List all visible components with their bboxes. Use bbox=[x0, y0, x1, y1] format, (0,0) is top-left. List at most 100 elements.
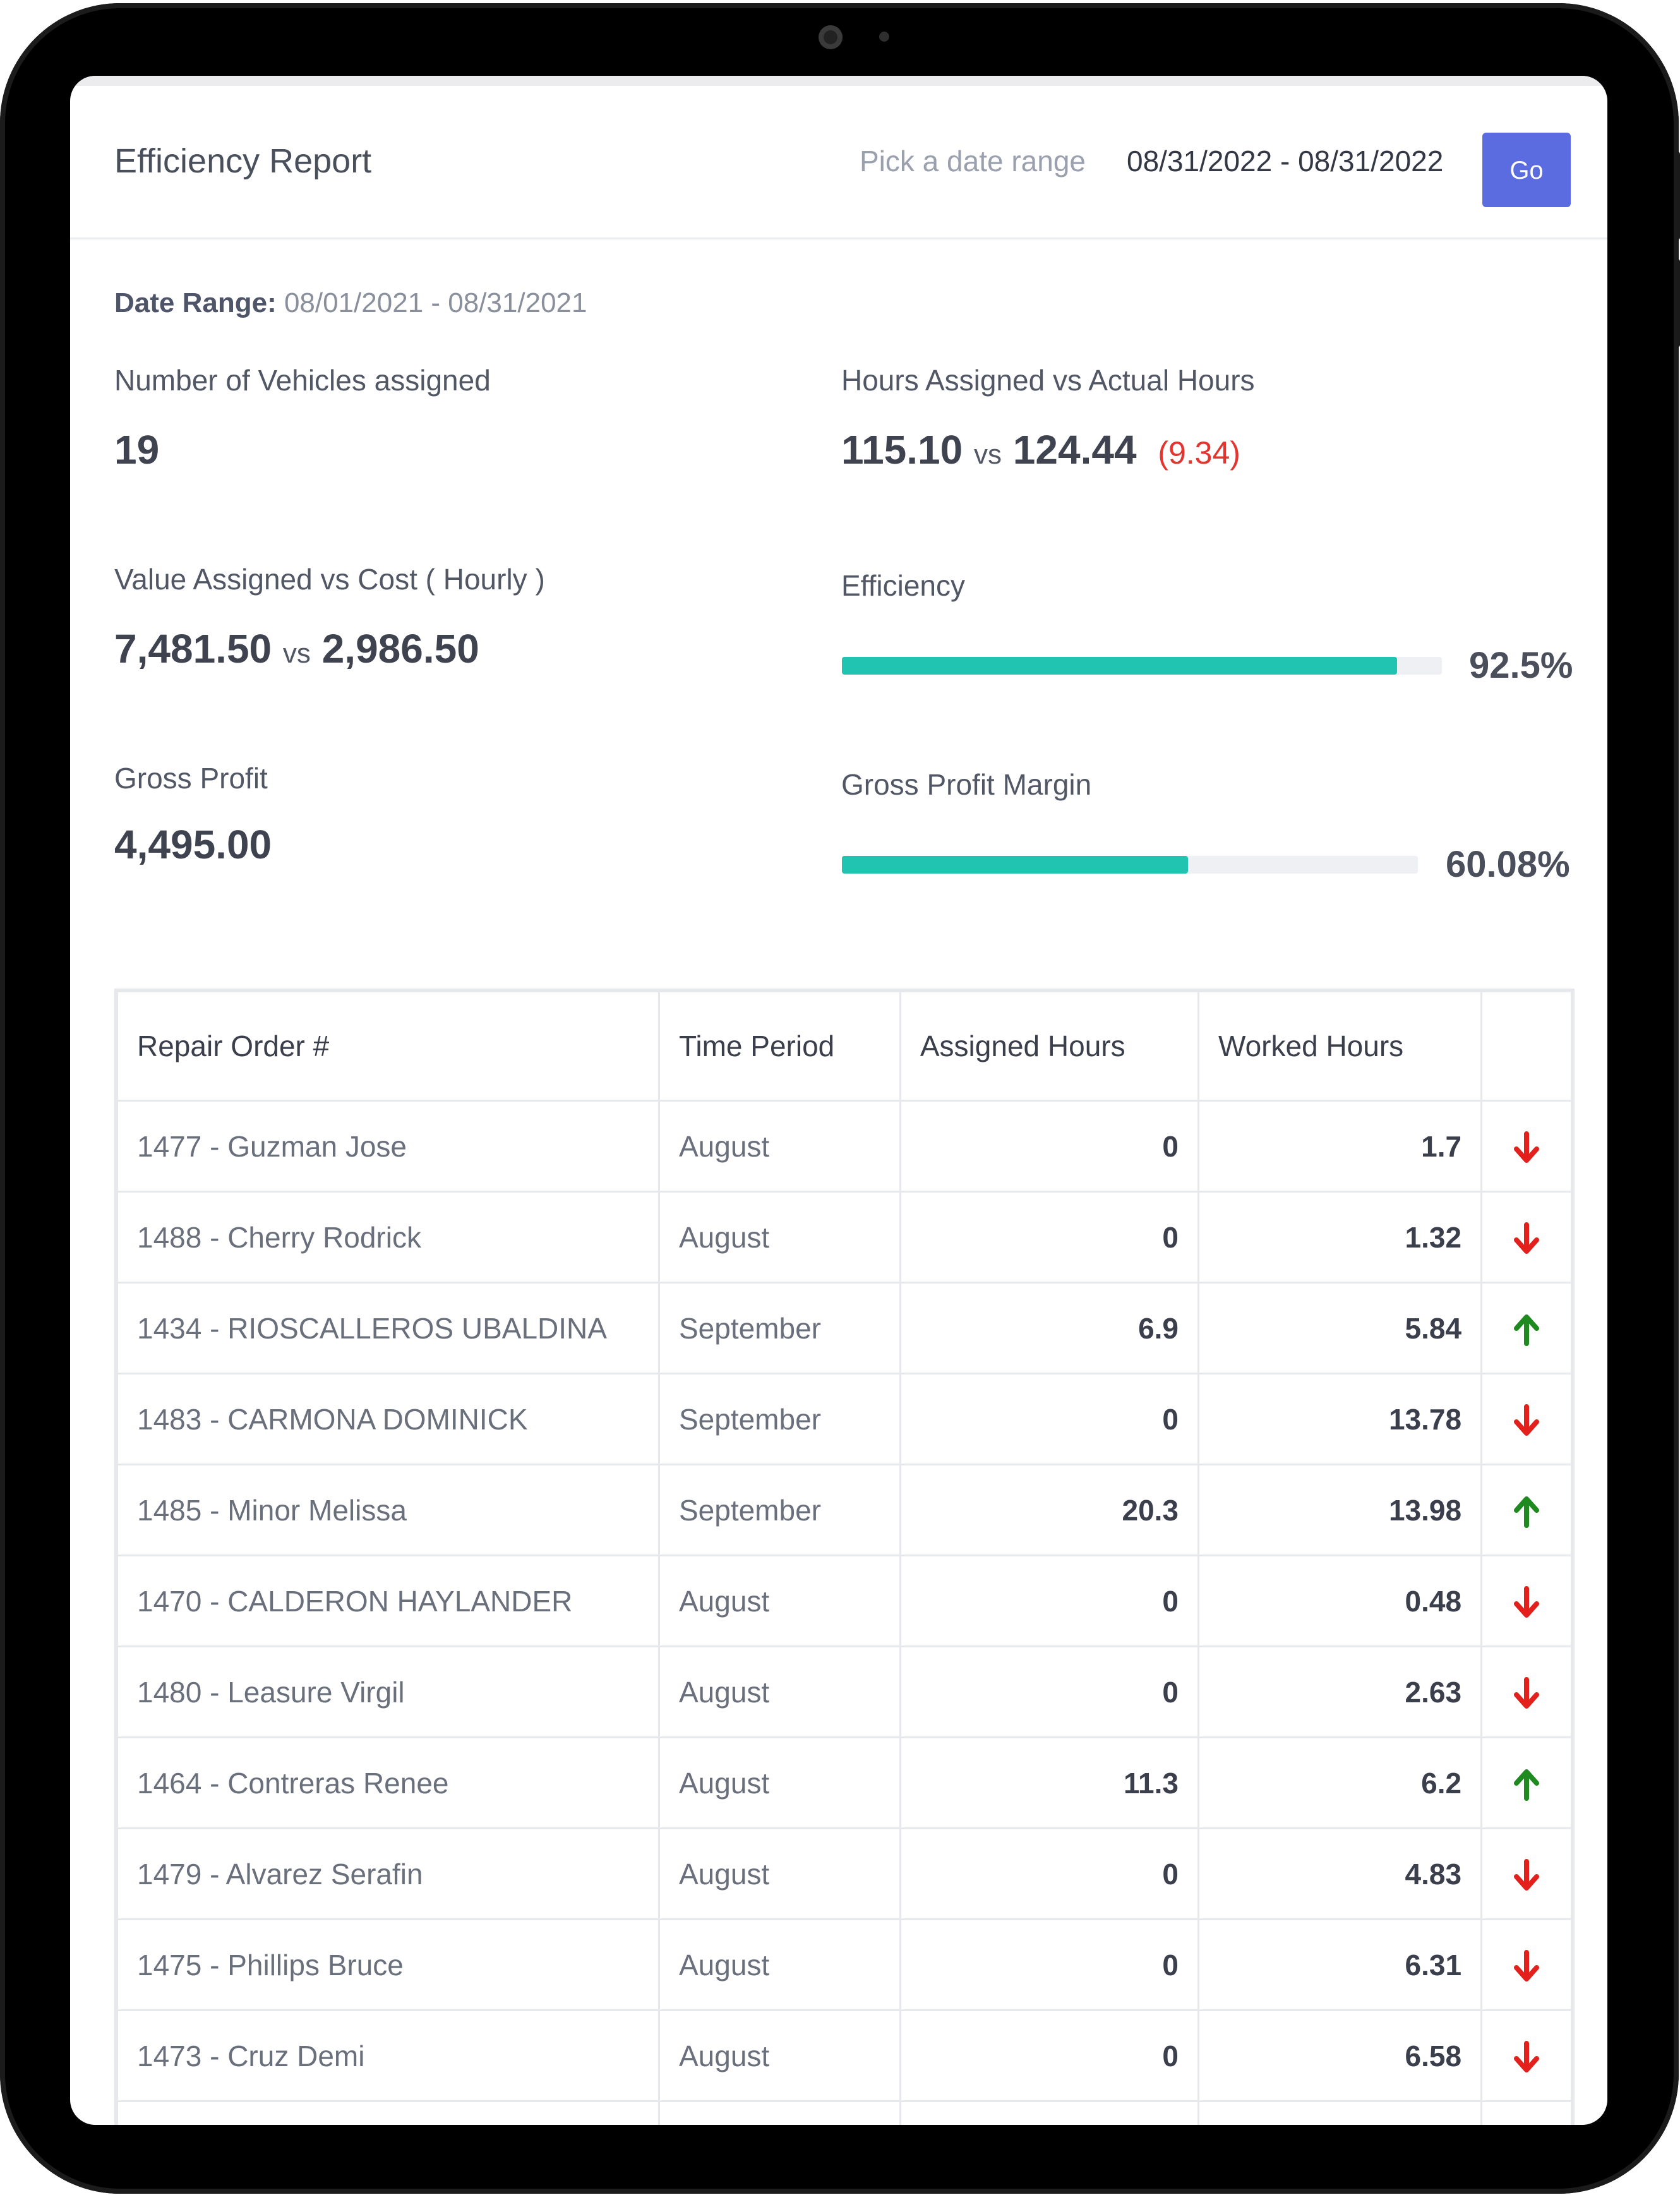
margin-bar-fill bbox=[842, 856, 1188, 874]
margin-bar bbox=[842, 856, 1418, 874]
table-row[interactable]: 1488 - Cherry Rodrick August 0 1.32 bbox=[116, 1191, 1573, 1284]
trend-cell bbox=[1480, 1100, 1573, 1193]
arrow-up-icon bbox=[1514, 1496, 1540, 1528]
value-assigned-vs-cost: 7,481.50 vs 2,986.50 bbox=[114, 625, 479, 672]
arrow-down-icon bbox=[1514, 1585, 1540, 1618]
repair-order-cell: 1479 - Alvarez Serafin bbox=[116, 1827, 660, 1920]
date-range-value: 08/01/2021 - 08/31/2021 bbox=[284, 287, 587, 318]
value-vs: vs bbox=[282, 638, 311, 669]
table-row[interactable] bbox=[116, 2100, 1573, 2125]
value-label: Value Assigned vs Cost ( Hourly ) bbox=[114, 563, 545, 596]
hours-vs: vs bbox=[974, 439, 1002, 470]
table-row[interactable]: 1483 - CARMONA DOMINICK September 0 13.78 bbox=[116, 1373, 1573, 1465]
trend-cell bbox=[1480, 1191, 1573, 1284]
time-period-cell: September bbox=[657, 1373, 901, 1465]
volume-button bbox=[1675, 259, 1680, 347]
table-row[interactable]: 1479 - Alvarez Serafin August 0 4.83 bbox=[116, 1827, 1573, 1920]
repair-order-cell: 1475 - Phillips Bruce bbox=[116, 1918, 660, 2011]
arrow-down-icon bbox=[1514, 2040, 1540, 2072]
repair-order-cell: 1434 - RIOSCALLEROS UBALDINA bbox=[116, 1282, 660, 1374]
value-assigned: 7,481.50 bbox=[114, 626, 272, 671]
trend-cell bbox=[1480, 2100, 1573, 2125]
worked-hours-cell: 13.98 bbox=[1197, 1464, 1483, 1556]
column-assigned-hours[interactable]: Assigned Hours bbox=[899, 990, 1200, 1102]
arrow-down-icon bbox=[1514, 1858, 1540, 1891]
assigned-hours-cell: 0 bbox=[899, 1555, 1200, 1647]
efficiency-percent: 92.5% bbox=[1469, 645, 1573, 686]
trend-cell bbox=[1480, 1464, 1573, 1556]
efficiency-bar bbox=[842, 657, 1442, 675]
trend-cell bbox=[1480, 1555, 1573, 1647]
sensor-icon bbox=[879, 32, 889, 42]
assigned-hours-cell: 20.3 bbox=[899, 1464, 1200, 1556]
report-header: Efficiency Report Pick a date range 08/3… bbox=[70, 86, 1607, 239]
arrow-up-icon bbox=[1514, 1769, 1540, 1801]
column-worked-hours[interactable]: Worked Hours bbox=[1197, 990, 1483, 1102]
margin-percent: 60.08% bbox=[1446, 844, 1570, 885]
table-row[interactable]: 1434 - RIOSCALLEROS UBALDINA September 6.9… bbox=[116, 1282, 1573, 1374]
arrow-down-icon bbox=[1514, 1949, 1540, 1982]
worked-hours-cell: 5.84 bbox=[1197, 1282, 1483, 1374]
assigned-hours-cell: 0 bbox=[899, 1373, 1200, 1465]
hours-label: Hours Assigned vs Actual Hours bbox=[841, 364, 1255, 397]
column-repair-order[interactable]: Repair Order # bbox=[116, 990, 660, 1102]
camera-icon bbox=[819, 25, 843, 49]
trend-cell bbox=[1480, 1918, 1573, 2011]
repair-order-cell: 1480 - Leasure Virgil bbox=[116, 1645, 660, 1738]
time-period-cell: August bbox=[657, 1100, 901, 1193]
time-period-cell: August bbox=[657, 1736, 901, 1829]
table-row[interactable]: 1473 - Cruz Demi August 0 6.58 bbox=[116, 2009, 1573, 2102]
table-row[interactable]: 1464 - Contreras Renee August 11.3 6.2 bbox=[116, 1736, 1573, 1829]
arrow-down-icon bbox=[1514, 1404, 1540, 1436]
arrow-down-icon bbox=[1514, 1676, 1540, 1709]
date-range-input[interactable]: 08/31/2022 - 08/31/2022 bbox=[1127, 144, 1443, 178]
date-range-placeholder[interactable]: Pick a date range bbox=[860, 144, 1086, 178]
value-cost: 2,986.50 bbox=[321, 626, 479, 671]
status-strip bbox=[70, 76, 1607, 86]
assigned-hours-cell: 0 bbox=[899, 1918, 1200, 2011]
volume-button bbox=[1675, 152, 1680, 240]
worked-hours-cell: 2.63 bbox=[1197, 1645, 1483, 1738]
margin-label: Gross Profit Margin bbox=[841, 768, 1092, 801]
table-row[interactable]: 1477 - Guzman Jose August 0 1.7 bbox=[116, 1100, 1573, 1193]
table-row[interactable]: 1485 - Minor Melissa September 20.3 13.98 bbox=[116, 1464, 1573, 1556]
assigned-hours-cell bbox=[899, 2100, 1200, 2125]
worked-hours-cell: 13.78 bbox=[1197, 1373, 1483, 1465]
table-row[interactable]: 1480 - Leasure Virgil August 0 2.63 bbox=[116, 1645, 1573, 1738]
trend-cell bbox=[1480, 1736, 1573, 1829]
column-time-period[interactable]: Time Period bbox=[657, 990, 901, 1102]
worked-hours-cell: 1.32 bbox=[1197, 1191, 1483, 1284]
time-period-cell bbox=[657, 2100, 901, 2125]
time-period-cell: September bbox=[657, 1464, 901, 1556]
repair-order-cell: 1470 - CALDERON HAYLANDER bbox=[116, 1555, 660, 1647]
time-period-cell: August bbox=[657, 2009, 901, 2102]
time-period-cell: August bbox=[657, 1827, 901, 1920]
repair-order-cell: 1485 - Minor Melissa bbox=[116, 1464, 660, 1556]
go-button[interactable]: Go bbox=[1482, 133, 1571, 207]
vehicles-label: Number of Vehicles assigned bbox=[114, 364, 491, 397]
worked-hours-cell: 6.2 bbox=[1197, 1736, 1483, 1829]
date-range-label: Date Range: bbox=[114, 287, 277, 318]
repair-order-cell bbox=[116, 2100, 660, 2125]
assigned-hours-cell: 6.9 bbox=[899, 1282, 1200, 1374]
time-period-cell: September bbox=[657, 1282, 901, 1374]
assigned-hours-cell: 0 bbox=[899, 1645, 1200, 1738]
assigned-hours-cell: 0 bbox=[899, 1827, 1200, 1920]
worked-hours-cell: 6.31 bbox=[1197, 1918, 1483, 2011]
date-range-summary: Date Range: 08/01/2021 - 08/31/2021 bbox=[114, 287, 587, 319]
repair-order-cell: 1477 - Guzman Jose bbox=[116, 1100, 660, 1193]
assigned-hours-cell: 11.3 bbox=[899, 1736, 1200, 1829]
time-period-cell: August bbox=[657, 1645, 901, 1738]
efficiency-bar-fill bbox=[842, 657, 1397, 675]
table-row[interactable]: 1475 - Phillips Bruce August 0 6.31 bbox=[116, 1918, 1573, 2011]
trend-cell bbox=[1480, 1373, 1573, 1465]
repair-order-cell: 1464 - Contreras Renee bbox=[116, 1736, 660, 1829]
assigned-hours-cell: 0 bbox=[899, 1191, 1200, 1284]
trend-cell bbox=[1480, 2009, 1573, 2102]
trend-cell bbox=[1480, 1827, 1573, 1920]
trend-cell bbox=[1480, 1282, 1573, 1374]
hours-assigned: 115.10 bbox=[841, 427, 963, 472]
hours-difference: (9.34) bbox=[1158, 435, 1240, 471]
worked-hours-cell bbox=[1197, 2100, 1483, 2125]
table-row[interactable]: 1470 - CALDERON HAYLANDER August 0 0.48 bbox=[116, 1555, 1573, 1647]
